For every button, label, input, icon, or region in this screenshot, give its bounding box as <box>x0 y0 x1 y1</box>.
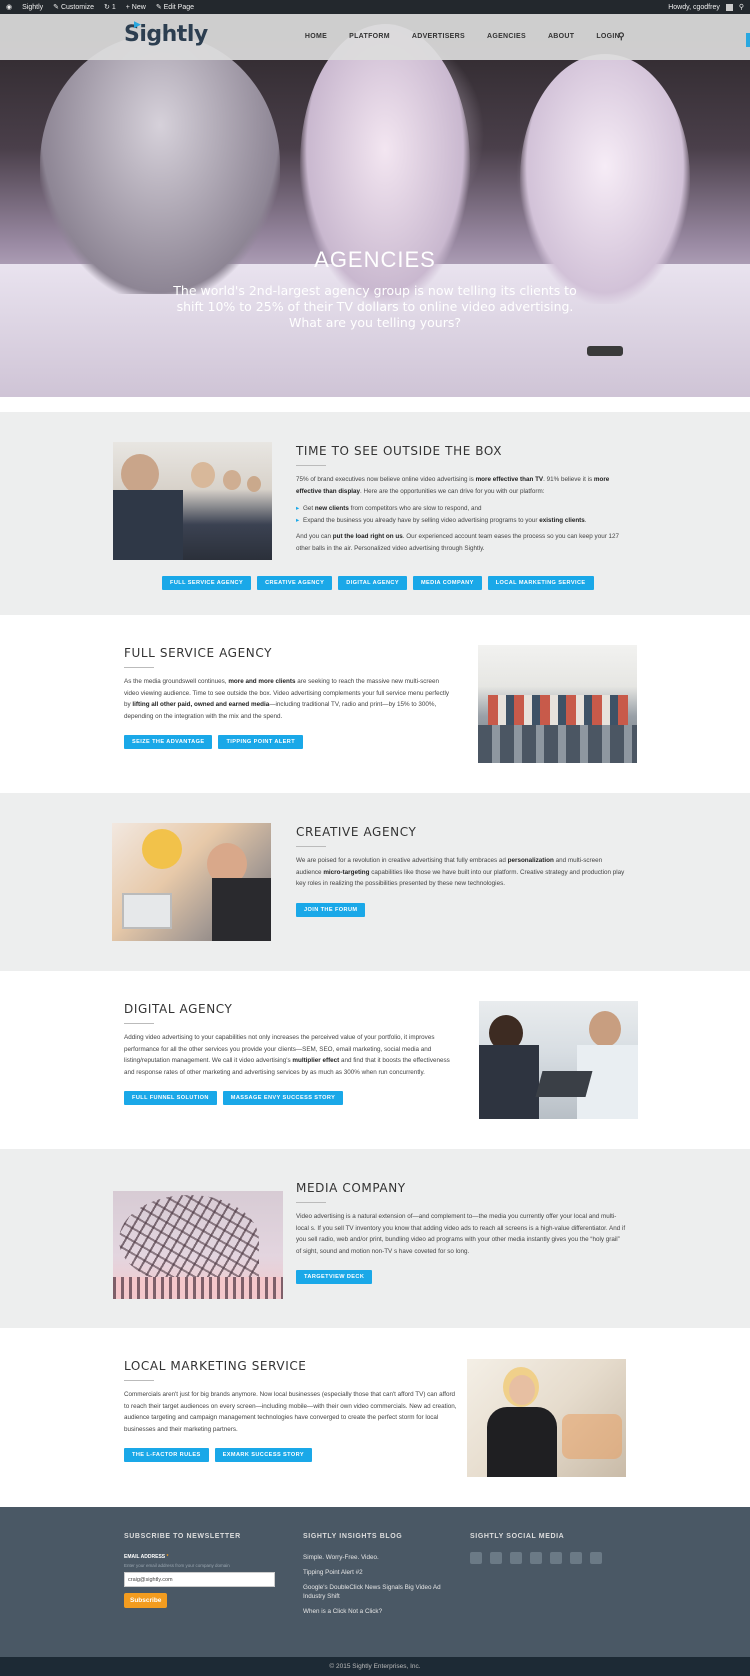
list-item: Expand the business you already have by … <box>296 515 626 527</box>
meeting-photo <box>479 1001 638 1119</box>
section-local: LOCAL MARKETING SERVICE Commercials aren… <box>0 1328 750 1507</box>
creative-agency-button[interactable]: CREATIVE AGENCY <box>257 576 333 590</box>
seize-the-advantage-button[interactable]: SEIZE THE ADVANTAGE <box>124 735 213 750</box>
blog-link[interactable]: Simple. Worry-Free. Video. <box>303 1553 453 1562</box>
digital-agency-button[interactable]: DIGITAL AGENCY <box>338 576 407 590</box>
local-marketing-service-button[interactable]: LOCAL MARKETING SERVICE <box>487 576 594 590</box>
blog-link[interactable]: Tipping Point Alert #2 <box>303 1568 453 1577</box>
social-icons <box>470 1552 630 1564</box>
youtube-icon[interactable] <box>470 1552 482 1564</box>
media-company-button[interactable]: MEDIA COMPANY <box>412 576 482 590</box>
nav-item-advertisers[interactable]: ADVERTISERS <box>412 33 465 40</box>
social-title: SIGHTLY SOCIAL MEDIA <box>470 1533 565 1540</box>
rss-icon[interactable] <box>570 1552 582 1564</box>
section-title: LOCAL MARKETING SERVICE <box>124 1359 307 1373</box>
facebook-icon[interactable] <box>550 1552 562 1564</box>
business-owner-photo <box>467 1359 626 1477</box>
divider <box>124 1380 154 1381</box>
audience-photo <box>113 442 272 560</box>
section-title: FULL SERVICE AGENCY <box>124 646 273 660</box>
brush-icon: ✎ <box>53 4 59 11</box>
section-media: MEDIA COMPANY Video advertising is a nat… <box>0 1149 750 1328</box>
section-title: DIGITAL AGENCY <box>124 1002 233 1016</box>
admin-updates-link[interactable]: ↻ 1 <box>104 3 116 11</box>
admin-howdy[interactable]: Howdy, cgodfrey <box>668 4 720 11</box>
section-outside-box: TIME TO SEE OUTSIDE THE BOX 75% of brand… <box>0 412 750 615</box>
divider <box>124 667 154 668</box>
wordpress-icon[interactable]: ◉ <box>6 3 12 11</box>
full-funnel-solution-button[interactable]: FULL FUNNEL SOLUTION <box>124 1091 217 1106</box>
section-title: MEDIA COMPANY <box>296 1181 406 1195</box>
join-the-forum-button[interactable]: JOIN THE FORUM <box>296 902 366 917</box>
required-mark: * <box>166 1554 169 1560</box>
divider <box>124 1023 154 1024</box>
avatar[interactable] <box>725 3 733 11</box>
satellite-dish-photo <box>113 1191 283 1299</box>
site-logo[interactable]: ▶ Sightly <box>124 20 208 47</box>
blog-link[interactable]: Google's DoubleClick News Signals Big Vi… <box>303 1583 453 1601</box>
section-creative: CREATIVE AGENCY We are poised for a revo… <box>0 793 750 971</box>
admin-edit-link[interactable]: ✎ Edit Page <box>156 3 194 11</box>
section-text: We are poised for a revolution in creati… <box>296 857 625 888</box>
page-title: AGENCIES <box>314 247 436 272</box>
nav-item-home[interactable]: HOME <box>305 33 327 40</box>
section-title: CREATIVE AGENCY <box>296 825 417 839</box>
email-label: EMAIL ADDRESS <box>124 1554 166 1560</box>
divider <box>296 1202 326 1203</box>
nav-item-about[interactable]: ABOUT <box>548 33 574 40</box>
refresh-icon: ↻ <box>104 4 110 11</box>
section-full-service: FULL SERVICE AGENCY As the media grounds… <box>0 615 750 793</box>
massage-envy-success-story-button[interactable]: MASSAGE ENVY SUCCESS STORY <box>222 1091 344 1106</box>
hero-image <box>0 14 750 397</box>
hero-subtitle: The world's 2nd-largest agency group is … <box>173 283 577 330</box>
email-icon[interactable] <box>590 1552 602 1564</box>
classroom-photo <box>478 645 637 763</box>
full-service-agency-button[interactable]: FULL SERVICE AGENCY <box>162 576 252 590</box>
footer: SUBSCRIBE TO NEWSLETTER EMAIL ADDRESS * … <box>0 1507 750 1657</box>
copyright: © 2015 Sightly Enterprises, Inc. <box>0 1657 750 1676</box>
pencil-icon: ✎ <box>155 4 162 11</box>
agency-type-buttons: FULL SERVICE AGENCY CREATIVE AGENCY DIGI… <box>162 576 594 590</box>
list-item: Get new clients from competitors who are… <box>296 503 626 515</box>
subscribe-button[interactable]: Subscribe <box>124 1593 168 1608</box>
creative-team-photo <box>112 823 271 941</box>
targetview-deck-button[interactable]: TARGETVIEW DECK <box>296 1270 373 1285</box>
twitter-icon[interactable] <box>510 1552 522 1564</box>
divider <box>296 846 326 847</box>
main-nav: ▶ Sightly HOME PLATFORM ADVERTISERS AGENC… <box>0 14 750 60</box>
email-help-text: Enter your email address from your compa… <box>124 1563 230 1568</box>
nav-menu: HOME PLATFORM ADVERTISERS AGENCIES ABOUT… <box>305 33 620 40</box>
section-text: Adding video advertising to your capabil… <box>124 1034 450 1076</box>
nav-item-agencies[interactable]: AGENCIES <box>487 33 526 40</box>
linkedin-icon[interactable] <box>490 1552 502 1564</box>
nav-item-platform[interactable]: PLATFORM <box>349 33 390 40</box>
search-icon[interactable]: ⚲ <box>739 3 744 11</box>
email-field[interactable]: craig@sightly.com <box>124 1572 275 1587</box>
play-icon: ▶ <box>134 20 141 30</box>
newsletter-title: SUBSCRIBE TO NEWSLETTER <box>124 1533 241 1540</box>
divider <box>296 465 326 466</box>
exmark-success-story-button[interactable]: EXMARK SUCCESS STORY <box>214 1448 312 1463</box>
nav-item-login[interactable]: LOGIN <box>596 33 620 40</box>
l-factor-rules-button[interactable]: THE L-FACTOR RULES <box>124 1448 209 1463</box>
admin-new-link[interactable]: + New <box>126 4 146 11</box>
scroll-indicator <box>746 33 750 47</box>
section-text: Video advertising is a natural extension… <box>296 1213 626 1255</box>
section-text: Commercials aren't just for big brands a… <box>124 1391 457 1433</box>
tipping-point-alert-button[interactable]: TIPPING POINT ALERT <box>218 735 304 750</box>
admin-customize-link[interactable]: ✎ Customize <box>53 3 94 11</box>
admin-site-link[interactable]: Sightly <box>22 4 43 11</box>
googleplus-icon[interactable] <box>530 1552 542 1564</box>
section-digital: DIGITAL AGENCY Adding video advertising … <box>0 971 750 1149</box>
section-text: As the media groundswell continues, more… <box>124 678 450 720</box>
section-title: TIME TO SEE OUTSIDE THE BOX <box>296 444 503 458</box>
section-text: 75% of brand executives now believe onli… <box>296 474 626 555</box>
search-icon[interactable]: ⚲ <box>618 31 625 42</box>
phone <box>587 346 623 356</box>
blog-link[interactable]: When is a Click Not a Click? <box>303 1607 453 1616</box>
blog-title: SIGHTLY INSIGHTS BLOG <box>303 1533 403 1540</box>
admin-bar: ◉ Sightly ✎ Customize ↻ 1 + New ✎ Edit P… <box>0 0 750 14</box>
